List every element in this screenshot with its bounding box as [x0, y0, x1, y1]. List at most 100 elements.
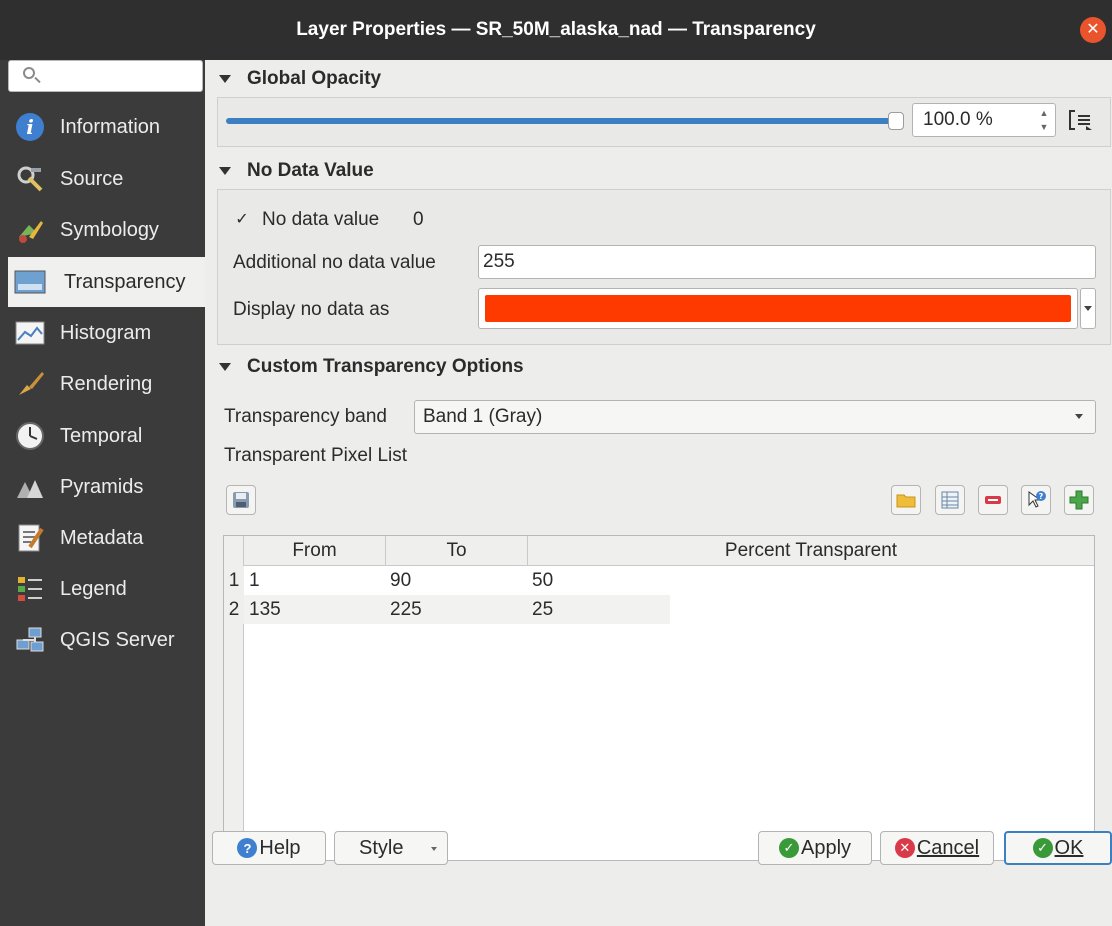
column-header-to[interactable]: To [386, 536, 528, 566]
close-icon[interactable]: ✕ [1080, 17, 1106, 43]
section-title: Global Opacity [247, 68, 382, 89]
sidebar-item-label: Metadata [60, 526, 144, 549]
sidebar-item-metadata[interactable]: Metadata [0, 513, 205, 563]
chevron-down-icon [431, 847, 437, 851]
sidebar-item-rendering[interactable]: Rendering [0, 359, 205, 409]
sidebar-item-label: QGIS Server [60, 628, 175, 651]
clock-icon [14, 420, 46, 452]
color-swatch [485, 295, 1071, 322]
save-icon [233, 492, 249, 508]
pyramids-icon [14, 471, 46, 503]
collapse-triangle-icon [219, 75, 231, 83]
corner-cell [224, 536, 244, 566]
sidebar-item-histogram[interactable]: Histogram [0, 308, 205, 358]
pick-from-map-icon: ? [1028, 491, 1046, 508]
transparent-pixel-table: From To Percent Transparent 1 1 90 50 2 … [223, 535, 1095, 861]
table-icon [941, 491, 959, 509]
sidebar: i Information Source Symbology Transpare… [0, 60, 205, 926]
additional-no-data-value: 255 [483, 251, 515, 272]
apply-button-label: Apply [800, 836, 852, 859]
spin-arrows-icon[interactable]: ▲ ▼ [1037, 108, 1051, 132]
cell-to[interactable]: 225 [390, 595, 422, 624]
svg-text:i: i [26, 115, 34, 139]
sidebar-item-legend[interactable]: Legend [0, 564, 205, 614]
sidebar-item-label: Source [60, 167, 124, 190]
sidebar-item-pyramids[interactable]: Pyramids [0, 462, 205, 512]
histogram-icon [14, 317, 46, 349]
window-title: Layer Properties — SR_50M_alaska_nad — T… [296, 19, 816, 40]
sidebar-item-label: Legend [60, 577, 127, 600]
collapse-triangle-icon [219, 363, 231, 371]
chevron-down-icon [1075, 414, 1083, 419]
help-button[interactable]: ? Help [212, 831, 326, 865]
remove-row-button[interactable] [978, 485, 1008, 515]
table-row[interactable]: 1 1 90 50 [224, 566, 1094, 595]
cell-to[interactable]: 90 [390, 566, 411, 595]
cell-percent[interactable]: 50 [532, 566, 553, 595]
column-header-from[interactable]: From [244, 536, 386, 566]
default-values-button[interactable] [935, 485, 965, 515]
cell-percent[interactable]: 25 [532, 595, 553, 624]
ok-button[interactable]: ✓ OK [1004, 831, 1112, 865]
sidebar-item-label: Pyramids [60, 475, 144, 498]
data-defined-override-icon[interactable] [1066, 108, 1094, 132]
table-row[interactable]: 2 135 225 25 [224, 595, 1094, 624]
cell-from[interactable]: 135 [249, 595, 281, 624]
sidebar-item-symbology[interactable]: Symbology [0, 205, 205, 255]
import-from-file-button[interactable] [891, 485, 921, 515]
sidebar-item-transparency[interactable]: Transparency [8, 257, 205, 307]
cancel-button[interactable]: ✕ Cancel [880, 831, 994, 865]
source-icon [14, 163, 46, 195]
add-values-from-display-button[interactable]: ? [1021, 485, 1051, 515]
section-global-opacity-header[interactable]: Global Opacity [219, 68, 381, 90]
search-icon [23, 67, 35, 79]
sidebar-item-label: Symbology [60, 218, 159, 241]
legend-icon [14, 573, 46, 605]
svg-text:?: ? [1039, 492, 1044, 501]
no-data-checkbox[interactable]: ✓ [235, 211, 249, 228]
column-header-percent[interactable]: Percent Transparent [528, 536, 1094, 566]
sidebar-item-label: Transparency [64, 270, 186, 293]
search-input[interactable] [8, 60, 203, 92]
transparency-band-select[interactable]: Band 1 (Gray) [414, 400, 1096, 434]
color-dropdown-arrow[interactable] [1080, 288, 1096, 329]
transparency-band-value: Band 1 (Gray) [423, 406, 543, 427]
global-opacity-box: 100.0 % ▲ ▼ [217, 97, 1111, 147]
sidebar-item-label: Information [60, 115, 161, 138]
sidebar-item-information[interactable]: i Information [0, 102, 205, 152]
sidebar-item-label: Histogram [60, 321, 152, 344]
opacity-slider-track[interactable] [226, 118, 894, 124]
add-row-button[interactable] [1064, 485, 1094, 515]
cell-from[interactable]: 1 [249, 566, 260, 595]
no-data-value: 0 [413, 209, 424, 230]
check-icon: ✓ [778, 838, 799, 858]
additional-no-data-label: Additional no data value [233, 252, 436, 273]
symbology-icon [14, 214, 46, 246]
cancel-icon: ✕ [894, 838, 915, 858]
help-icon: ? [237, 838, 258, 858]
additional-no-data-input[interactable]: 255 [478, 245, 1096, 279]
chevron-down-icon [1084, 306, 1092, 311]
opacity-slider-handle[interactable] [888, 112, 904, 130]
remove-icon [985, 496, 1001, 504]
apply-button[interactable]: ✓ Apply [758, 831, 872, 865]
no-data-color-button[interactable] [478, 288, 1078, 329]
save-icon-button[interactable] [226, 485, 256, 515]
row-number: 1 [224, 566, 244, 595]
add-icon [1069, 490, 1089, 510]
sidebar-item-temporal[interactable]: Temporal [0, 411, 205, 461]
row-number: 2 [224, 595, 244, 624]
rendering-icon [14, 368, 46, 400]
style-button[interactable]: Style [334, 831, 448, 865]
sidebar-item-source[interactable]: Source [0, 154, 205, 204]
section-no-data-header[interactable]: No Data Value [219, 160, 374, 182]
opacity-spinbox[interactable]: 100.0 % ▲ ▼ [912, 103, 1056, 137]
sidebar-item-qgis-server[interactable]: QGIS Server [0, 615, 205, 665]
section-custom-transparency-header[interactable]: Custom Transparency Options [219, 356, 524, 378]
display-no-data-label: Display no data as [233, 299, 390, 320]
main-panel: Global Opacity 100.0 % ▲ ▼ No Data Value … [205, 60, 1112, 926]
sidebar-item-label: Rendering [60, 372, 153, 395]
collapse-triangle-icon [219, 167, 231, 175]
sidebar-item-label: Temporal [60, 424, 143, 447]
transparency-icon [14, 266, 46, 298]
